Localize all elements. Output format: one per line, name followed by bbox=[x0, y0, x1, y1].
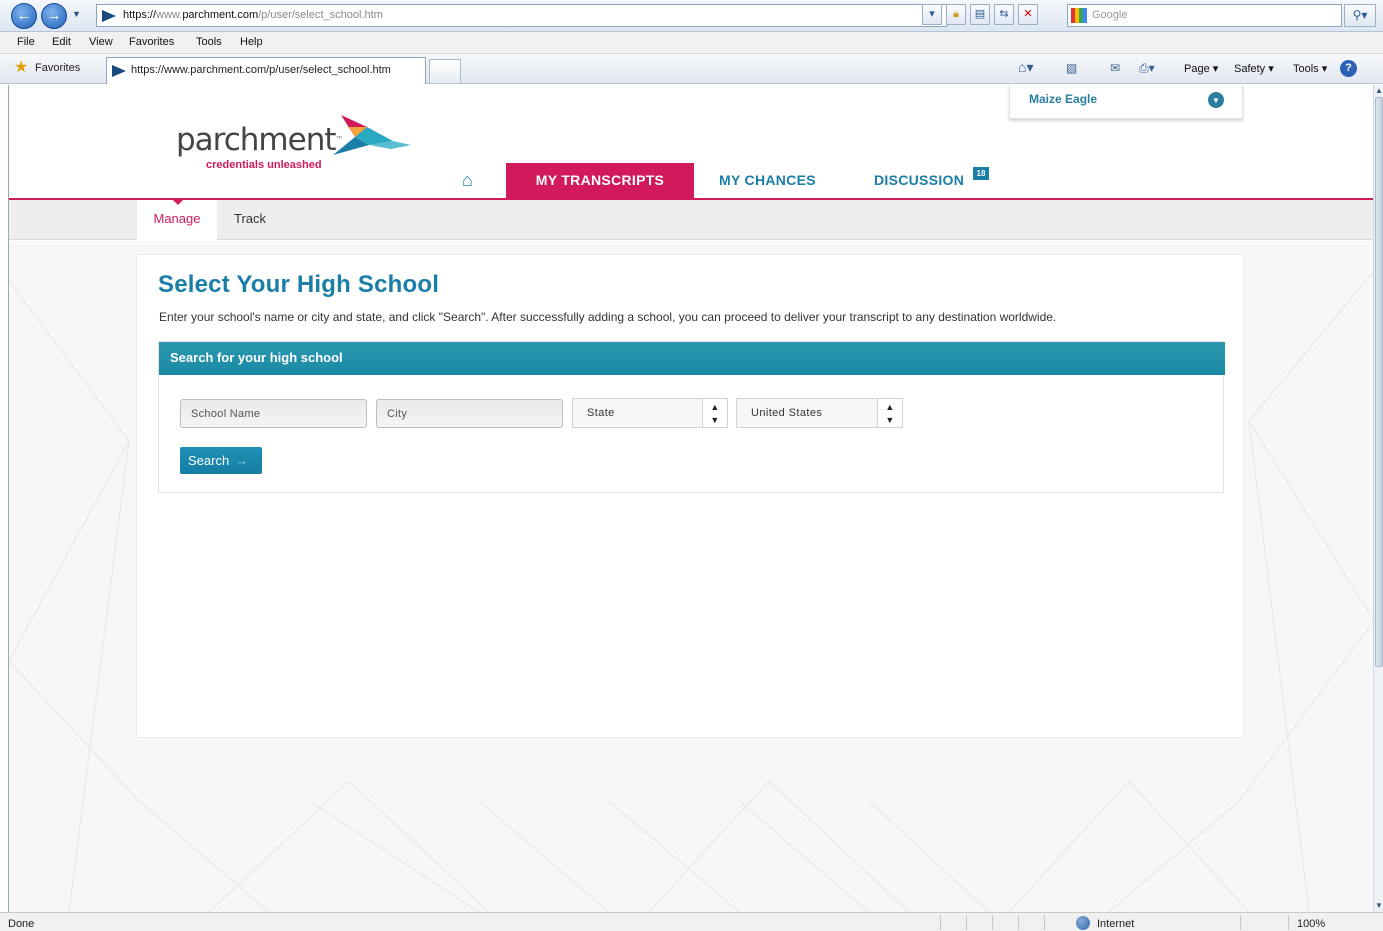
tab-favicon-icon bbox=[112, 65, 126, 77]
country-select-value: United States bbox=[751, 407, 823, 419]
search-panel: Search for your high school School Name … bbox=[158, 341, 1225, 493]
search-placeholder: Google bbox=[1092, 9, 1128, 21]
url-path: /p/user/select_school.htm bbox=[258, 9, 383, 21]
tab-my-chances[interactable]: MY CHANCES bbox=[719, 163, 816, 198]
bird-logo-icon bbox=[333, 115, 411, 155]
security-zone: Internet bbox=[1097, 918, 1135, 930]
scroll-down-icon[interactable]: ▼ bbox=[1374, 901, 1383, 911]
city-input[interactable]: City bbox=[376, 399, 563, 428]
browser-tab-active[interactable]: https://www.parchment.com/p/user/select_… bbox=[106, 57, 426, 84]
zoom-level[interactable]: 100% bbox=[1297, 918, 1325, 930]
active-indicator bbox=[173, 200, 183, 205]
logo-tagline: credentials unleashed bbox=[206, 159, 322, 171]
subtab-track[interactable]: Track bbox=[234, 200, 266, 240]
forward-arrow-icon[interactable]: → bbox=[41, 3, 67, 29]
page-menu[interactable]: Page ▾ bbox=[1184, 62, 1218, 75]
home-icon[interactable]: ⌂▾ bbox=[1018, 59, 1033, 76]
address-input[interactable]: https://www.parchment.com/p/user/select_… bbox=[96, 4, 947, 27]
menu-help[interactable]: Help bbox=[240, 36, 263, 48]
new-tab-button[interactable] bbox=[429, 59, 461, 83]
status-divider bbox=[1018, 915, 1019, 930]
search-input[interactable]: Google bbox=[1067, 4, 1342, 27]
lock-icon[interactable]: 🔒︎ bbox=[946, 4, 966, 25]
state-select[interactable]: State ▲ ▼ bbox=[572, 398, 728, 428]
help-icon[interactable]: ? bbox=[1340, 60, 1357, 77]
url-subdomain: www. bbox=[156, 9, 183, 21]
user-menu[interactable]: Maize Eagle ▼ bbox=[1009, 85, 1243, 119]
search-go-icon[interactable]: ⚲▾ bbox=[1344, 4, 1376, 27]
logo-wordmark: parchment bbox=[176, 122, 337, 158]
address-dropdown-icon[interactable]: ▾ bbox=[922, 4, 942, 25]
recent-pages-dropdown-icon[interactable]: ▼ bbox=[72, 9, 81, 19]
menu-tools[interactable]: Tools bbox=[196, 36, 222, 48]
vertical-scrollbar[interactable]: ▲ ▼ bbox=[1373, 85, 1383, 912]
status-divider bbox=[1240, 915, 1241, 930]
back-arrow-icon[interactable]: ← bbox=[11, 3, 37, 29]
favorites-star-icon[interactable]: ★ bbox=[14, 60, 28, 76]
favorites-button[interactable]: Favorites bbox=[35, 62, 80, 74]
tools-menu[interactable]: Tools ▾ bbox=[1293, 62, 1327, 75]
status-text: Done bbox=[8, 918, 35, 930]
refresh-icon[interactable]: ⇆ bbox=[994, 4, 1014, 25]
site-favicon-icon bbox=[102, 10, 116, 22]
tab-my-transcripts[interactable]: MY TRANSCRIPTS bbox=[506, 163, 694, 198]
content-card: Select Your High School Enter your schoo… bbox=[136, 254, 1244, 738]
school-name-input[interactable]: School Name bbox=[180, 399, 367, 428]
address-tools: ▾ 🔒︎ ▤ ⇆ ✕ bbox=[922, 4, 1038, 27]
menu-bar: File Edit View Favorites Tools Help bbox=[0, 32, 1383, 54]
home-nav-icon[interactable]: ⌂ bbox=[462, 171, 473, 189]
stop-icon[interactable]: ✕ bbox=[1018, 4, 1038, 25]
panel-heading: Search for your high school bbox=[159, 342, 1225, 375]
print-icon[interactable]: ⎙▾ bbox=[1139, 61, 1155, 76]
user-name: Maize Eagle bbox=[1029, 92, 1098, 106]
page-title: Select Your High School bbox=[158, 271, 440, 298]
status-bar: Done Internet 100% bbox=[0, 912, 1383, 931]
url-scheme: https:// bbox=[123, 9, 157, 21]
select-arrows-icon: ▲ ▼ bbox=[702, 399, 727, 427]
page-description: Enter your school's name or city and sta… bbox=[159, 310, 1057, 324]
scroll-up-icon[interactable]: ▲ bbox=[1374, 86, 1383, 96]
feed-icon[interactable]: ▧ bbox=[1066, 61, 1077, 75]
site-header: parchment™ credentials unleashed Maize E… bbox=[9, 85, 1373, 200]
select-arrows-icon: ▲ ▼ bbox=[877, 399, 902, 427]
discussion-count-badge: 18 bbox=[973, 167, 989, 180]
status-divider bbox=[940, 915, 941, 930]
search-button[interactable]: Search → bbox=[180, 447, 262, 474]
google-icon bbox=[1071, 8, 1087, 23]
url-host: parchment.com bbox=[182, 9, 259, 21]
arrow-right-icon: → bbox=[235, 453, 249, 468]
state-select-value: State bbox=[587, 407, 615, 419]
status-divider bbox=[1044, 915, 1045, 930]
menu-file[interactable]: File bbox=[17, 36, 35, 48]
tab-discussion[interactable]: DISCUSSION bbox=[874, 163, 964, 198]
menu-edit[interactable]: Edit bbox=[52, 36, 71, 48]
status-divider bbox=[966, 915, 967, 930]
menu-favorites[interactable]: Favorites bbox=[129, 36, 174, 48]
page-viewport: parchment™ credentials unleashed Maize E… bbox=[8, 85, 1373, 912]
status-divider bbox=[1288, 915, 1289, 930]
mail-icon[interactable]: ✉ bbox=[1110, 61, 1120, 75]
chevron-down-icon[interactable]: ▼ bbox=[1208, 92, 1224, 108]
status-divider bbox=[992, 915, 993, 930]
sub-navigation: Manage Track bbox=[9, 200, 1373, 240]
safety-menu[interactable]: Safety ▾ bbox=[1234, 62, 1274, 75]
favorites-bar: ★ Favorites https://www.parchment.com/p/… bbox=[0, 54, 1383, 84]
scroll-thumb[interactable] bbox=[1375, 97, 1383, 667]
browser-address-bar: ← → ▼ https://www.parchment.com/p/user/s… bbox=[0, 0, 1383, 32]
tab-title: https://www.parchment.com/p/user/select_… bbox=[131, 64, 391, 76]
country-select[interactable]: United States ▲ ▼ bbox=[736, 398, 903, 428]
parchment-logo[interactable]: parchment™ credentials unleashed bbox=[176, 122, 344, 171]
compatibility-icon[interactable]: ▤ bbox=[970, 4, 990, 25]
internet-globe-icon bbox=[1076, 916, 1090, 930]
menu-view[interactable]: View bbox=[89, 36, 113, 48]
subtab-manage[interactable]: Manage bbox=[137, 200, 217, 240]
search-button-label: Search bbox=[188, 453, 230, 468]
